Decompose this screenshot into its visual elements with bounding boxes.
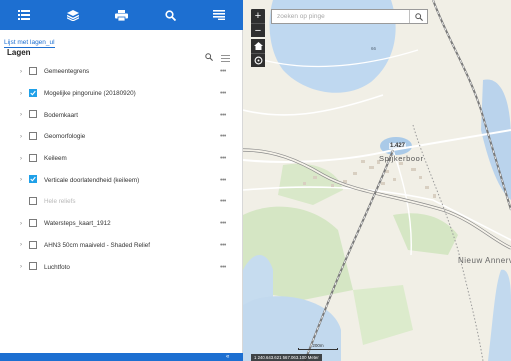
- map-label-town: Spijkerboor: [379, 154, 424, 163]
- expand-chevron-icon[interactable]: ›: [20, 91, 22, 97]
- expand-chevron-icon[interactable]: ›: [20, 264, 22, 270]
- layer-name: Geomorfologie: [44, 133, 86, 141]
- expand-chevron-icon[interactable]: ›: [20, 156, 22, 162]
- layer-more-options-icon[interactable]: •••: [220, 90, 226, 97]
- locate-button[interactable]: [251, 53, 265, 67]
- layer-name: Watersteps_kaart_1912: [44, 220, 111, 228]
- layer-name: AHN3 50cm maaiveld - Shaded Relief: [44, 241, 151, 249]
- panel-footer-bar: «: [0, 353, 243, 361]
- map-label-elevation: 1.427: [389, 143, 407, 149]
- layer-row[interactable]: › Verticale doorlatendheid (keileem) •••: [0, 169, 243, 191]
- map-search-input[interactable]: [272, 10, 412, 23]
- locate-icon: [254, 56, 262, 65]
- layer-more-options-icon[interactable]: •••: [220, 112, 226, 119]
- layer-visibility-checkbox[interactable]: [29, 110, 37, 119]
- toolbar-basemap-button[interactable]: [49, 0, 98, 30]
- layer-visibility-checkbox[interactable]: [29, 175, 37, 184]
- top-toolbar: [0, 0, 243, 30]
- layer-visibility-checkbox[interactable]: [29, 132, 37, 141]
- layer-visibility-checkbox[interactable]: [29, 197, 37, 206]
- home-icon: [253, 42, 263, 50]
- menu-icon: [212, 10, 225, 20]
- map-label-water: 66: [371, 46, 377, 51]
- zoom-in-button[interactable]: +: [251, 9, 265, 23]
- scale-bar: 200m: [298, 343, 338, 350]
- toolbar-search-button[interactable]: [146, 0, 195, 30]
- layers-stack-icon: [66, 9, 79, 21]
- layer-row[interactable]: › Keileem •••: [0, 148, 243, 170]
- layer-list: › Gemeentegrens ••• › Mogelijke pingoruine (…: [0, 61, 243, 278]
- layers-header: Lagen: [0, 45, 243, 62]
- layer-more-options-icon[interactable]: •••: [220, 220, 226, 227]
- layer-row[interactable]: › Luchtfoto •••: [0, 256, 243, 278]
- toolbar-menu-button[interactable]: [194, 0, 243, 30]
- expand-chevron-icon[interactable]: ›: [20, 69, 22, 75]
- layer-visibility-checkbox[interactable]: [29, 262, 37, 271]
- toolbar-print-button[interactable]: [97, 0, 146, 30]
- layer-more-options-icon[interactable]: •••: [220, 155, 226, 162]
- collapse-panel-icon[interactable]: «: [226, 353, 229, 361]
- layer-name: Mogelijke pingoruine (20180920): [44, 90, 136, 98]
- layers-panel: Lijst met lagen_ul Lagen › Gemeentegrens •…: [0, 0, 243, 361]
- map-view[interactable]: + − 66 1.427 Spijkerboor Nieuw Annerv 20…: [243, 0, 511, 361]
- layer-row[interactable]: Hele reliefs •••: [0, 191, 243, 213]
- layer-more-options-icon[interactable]: •••: [220, 133, 226, 140]
- layer-name: Bodemkaart: [44, 111, 78, 119]
- search-icon: [414, 12, 423, 21]
- map-basemap: [243, 0, 511, 361]
- checkmark-icon: [30, 90, 36, 96]
- layer-more-options-icon[interactable]: •••: [220, 264, 226, 271]
- layer-visibility-checkbox[interactable]: [29, 240, 37, 249]
- layer-name: Keileem: [44, 155, 67, 163]
- zoom-out-button[interactable]: −: [251, 23, 265, 37]
- expand-chevron-icon[interactable]: ›: [20, 134, 22, 140]
- search-icon: [164, 9, 176, 21]
- toolbar-layers-list-button[interactable]: [0, 0, 49, 30]
- coordinate-readout: 1 240.643.621 567.063.100 Meter: [251, 354, 322, 361]
- layer-visibility-checkbox[interactable]: [29, 88, 37, 97]
- expand-chevron-icon[interactable]: ›: [20, 242, 22, 248]
- layer-more-options-icon[interactable]: •••: [220, 177, 226, 184]
- home-button[interactable]: [251, 39, 265, 53]
- tab-layer-list[interactable]: Lijst met lagen_ul: [0, 31, 55, 48]
- layer-row[interactable]: › Geomorfologie •••: [0, 126, 243, 148]
- layer-visibility-checkbox[interactable]: [29, 153, 37, 162]
- scale-line: [298, 348, 338, 350]
- expand-chevron-icon[interactable]: ›: [20, 221, 22, 227]
- layer-row[interactable]: › AHN3 50cm maaiveld - Shaded Relief •••: [0, 235, 243, 257]
- checkmark-icon: [30, 177, 36, 182]
- expand-chevron-icon[interactable]: ›: [20, 177, 22, 183]
- layer-visibility-checkbox[interactable]: [29, 67, 37, 75]
- layer-row[interactable]: › Bodemkaart •••: [0, 104, 243, 126]
- layer-name: Hele reliefs: [44, 198, 76, 206]
- layer-row[interactable]: › Mogelijke pingoruine (20180920) •••: [0, 83, 243, 105]
- list-icon: [18, 10, 31, 20]
- layer-name: Gemeentegrens: [44, 68, 90, 76]
- layer-more-options-icon[interactable]: •••: [220, 68, 226, 75]
- layer-more-options-icon[interactable]: •••: [220, 198, 226, 205]
- layers-title: Lagen: [7, 48, 31, 57]
- printer-icon: [114, 9, 128, 21]
- layer-row[interactable]: › Watersteps_kaart_1912 •••: [0, 213, 243, 235]
- map-label-town-2: Nieuw Annerv: [458, 256, 511, 265]
- layer-name: Verticale doorlatendheid (keileem): [44, 176, 140, 184]
- layer-visibility-checkbox[interactable]: [29, 218, 37, 227]
- map-search-button[interactable]: [409, 10, 427, 23]
- layer-row[interactable]: › Gemeentegrens •••: [0, 61, 243, 83]
- map-search-box: [271, 9, 428, 24]
- layer-name: Luchtfoto: [44, 263, 70, 271]
- expand-chevron-icon[interactable]: ›: [20, 112, 22, 118]
- layer-more-options-icon[interactable]: •••: [220, 242, 226, 249]
